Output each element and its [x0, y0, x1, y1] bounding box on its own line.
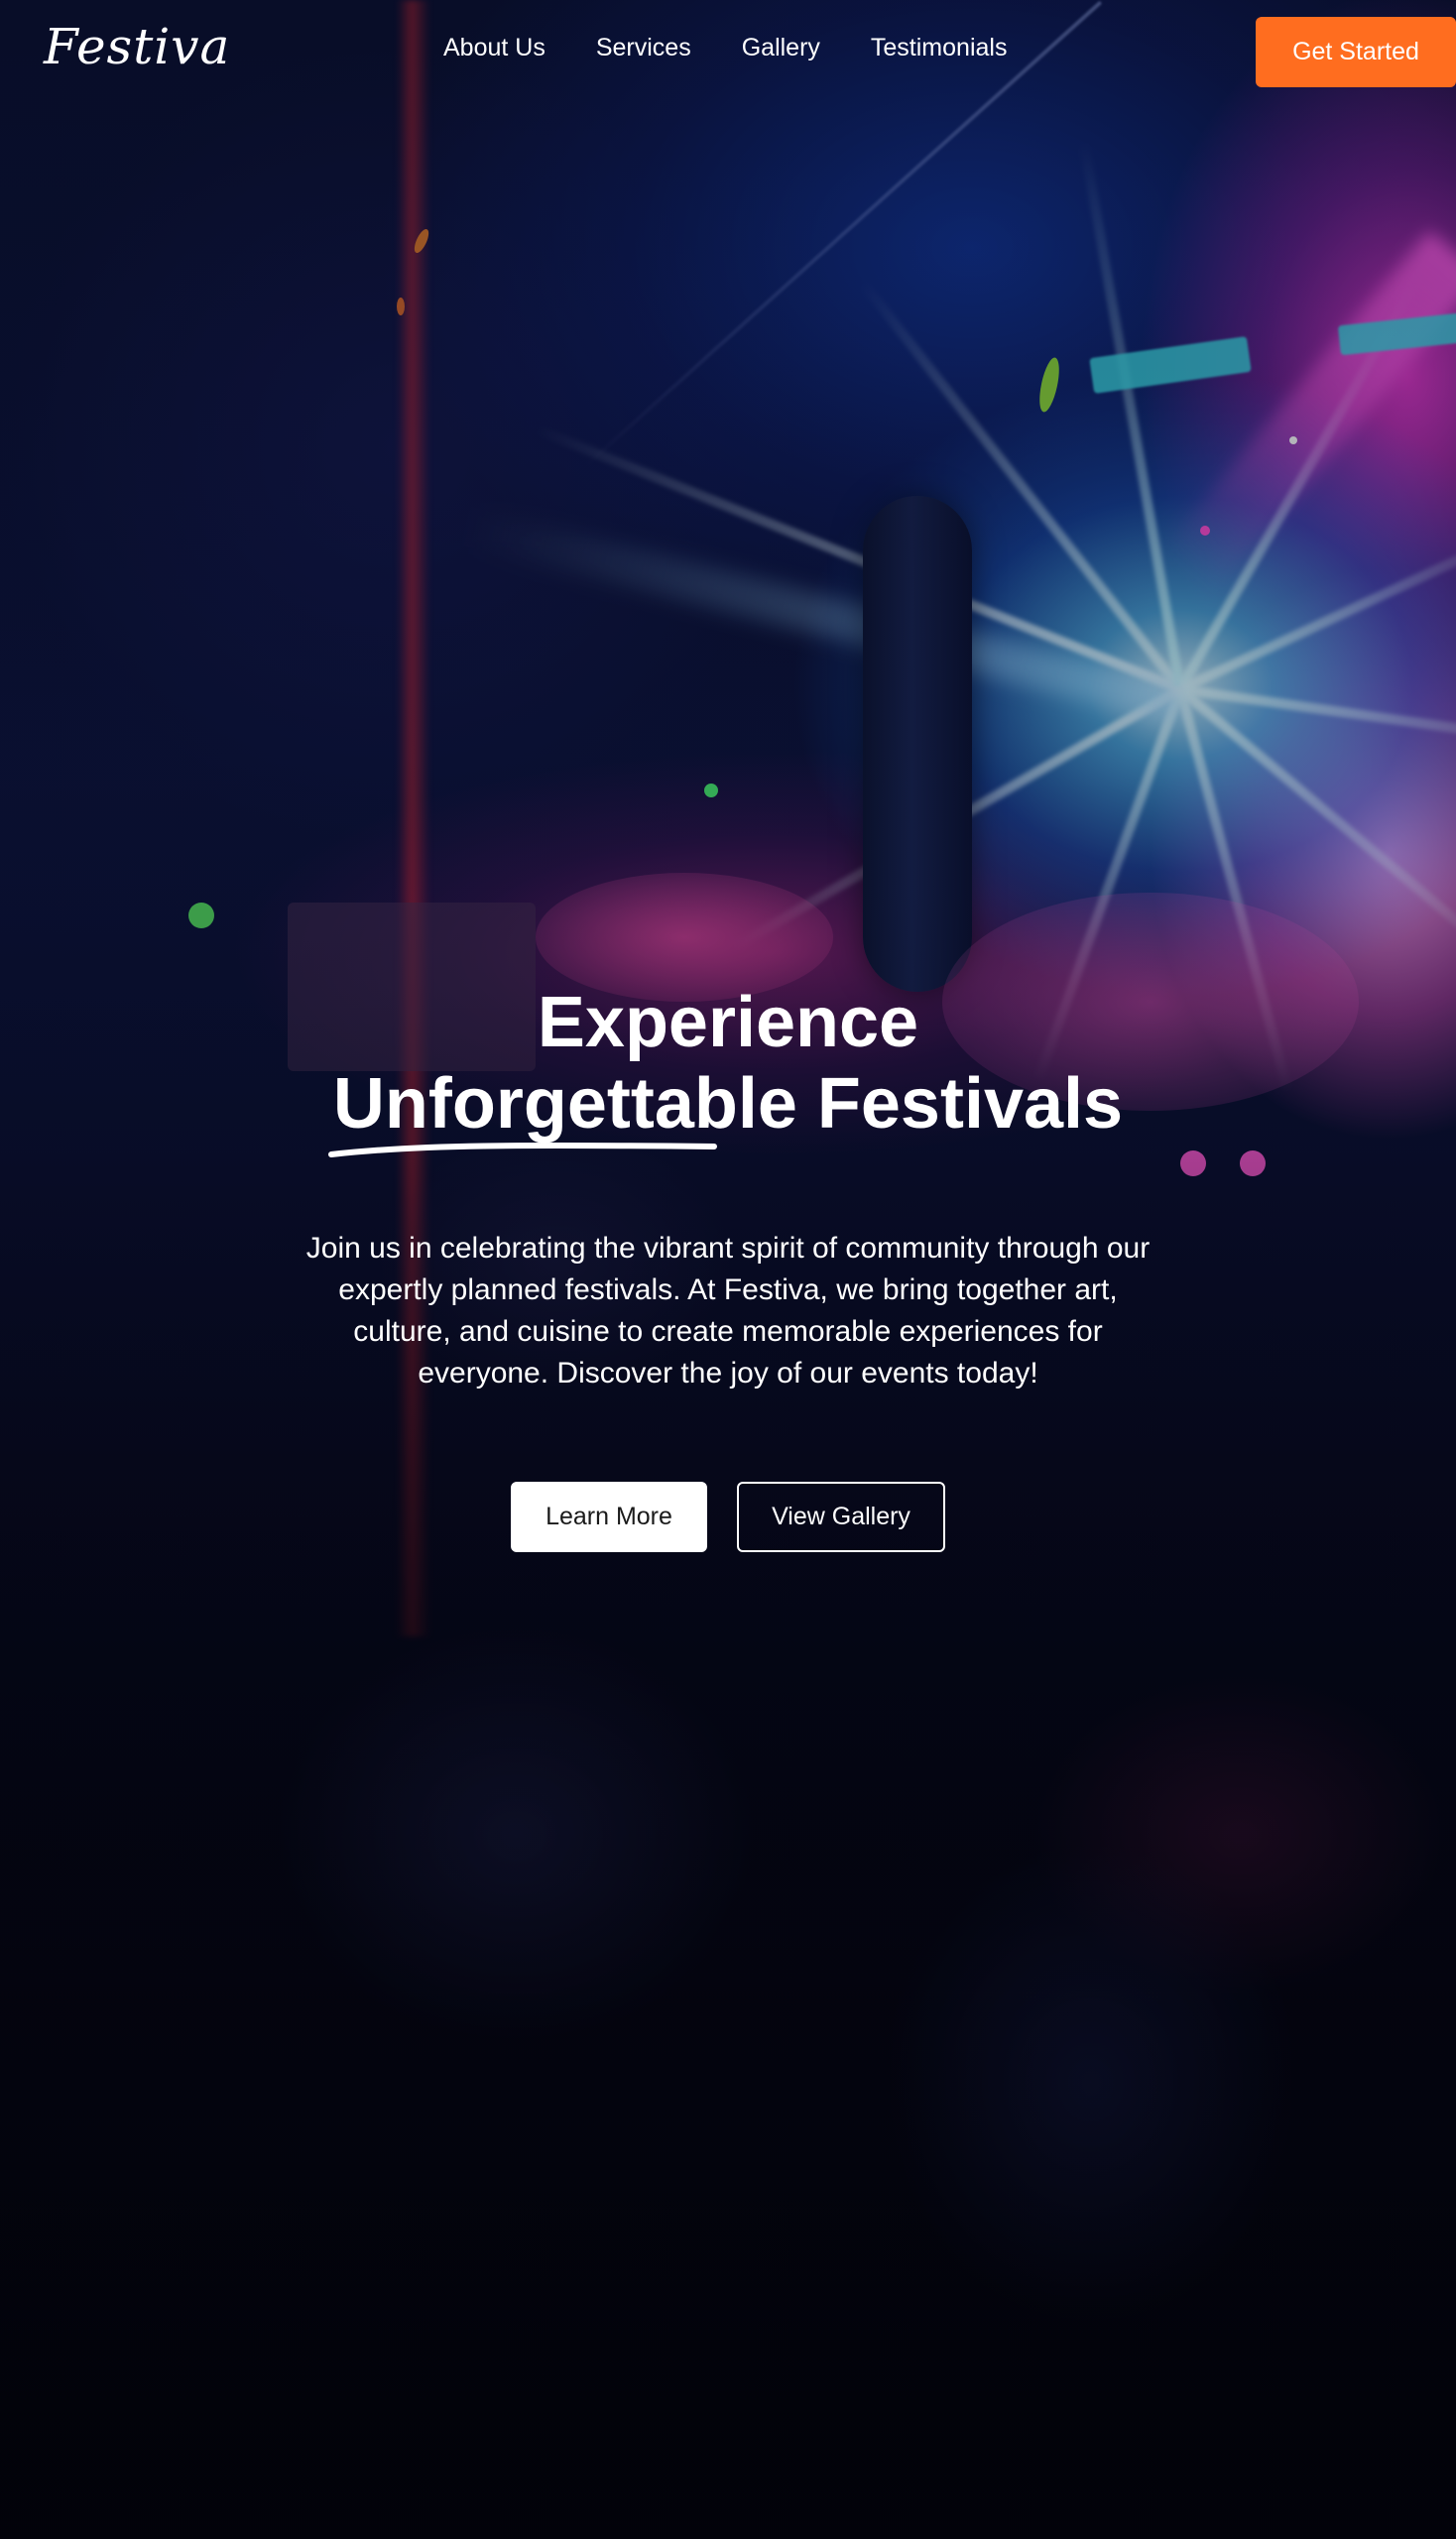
underline-squiggle-icon [327, 1142, 717, 1157]
hero-title-rest: Festivals [796, 1064, 1124, 1144]
brand-logo[interactable]: Festiva [44, 18, 230, 75]
top-navigation: Festiva About Us Services Gallery Testim… [0, 0, 1456, 103]
hero-title-line1: Experience [537, 983, 919, 1062]
nav-link-services[interactable]: Services [596, 34, 691, 62]
hero-subtitle: Join us in celebrating the vibrant spiri… [305, 1232, 1151, 1390]
nav-link-gallery[interactable]: Gallery [742, 34, 820, 62]
learn-more-button[interactable]: Learn More [511, 1482, 707, 1552]
hero-section: Experience Unforgettable Festivals Join … [0, 982, 1456, 1552]
nav-link-about-us[interactable]: About Us [443, 34, 546, 62]
hero-title-highlight-wrap: Unforgettable [327, 1063, 797, 1157]
get-started-button[interactable]: Get Started [1256, 17, 1456, 87]
view-gallery-button[interactable]: View Gallery [737, 1482, 945, 1552]
hero-button-group: Learn More View Gallery [0, 1482, 1456, 1552]
hero-title: Experience Unforgettable Festivals [0, 982, 1456, 1157]
nav-link-testimonials[interactable]: Testimonials [871, 34, 1008, 62]
hero-title-highlight: Unforgettable [332, 1064, 797, 1144]
nav-links: About Us Services Gallery Testimonials [443, 34, 1007, 62]
